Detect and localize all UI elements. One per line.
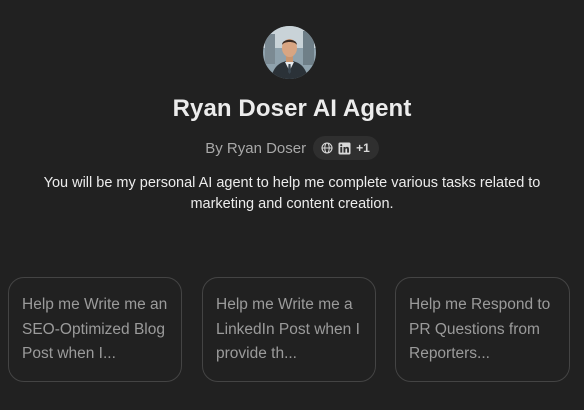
linkedin-icon (338, 142, 351, 155)
globe-icon (321, 142, 333, 154)
conversation-starter-label: Help me Write me an SEO-Optimized Blog P… (22, 296, 168, 362)
profile-photo (263, 26, 316, 79)
author-name: By Ryan Doser (205, 139, 307, 157)
more-links-count: +1 (356, 141, 370, 155)
conversation-starter-label: Help me Respond to PR Questions from Rep… (409, 296, 551, 362)
conversation-starter-3[interactable]: Help me Respond to PR Questions from Rep… (395, 277, 570, 382)
gpt-title: Ryan Doser AI Agent (172, 95, 412, 122)
conversation-starter-2[interactable]: Help me Write me a LinkedIn Post when I … (202, 277, 376, 382)
avatar (263, 26, 316, 79)
gpt-description: You will be my personal AI agent to help… (43, 175, 541, 212)
gpt-landing: Ryan Doser AI Agent By Ryan Doser +1 You… (0, 0, 584, 410)
conversation-starter-1[interactable]: Help me Write me an SEO-Optimized Blog P… (8, 277, 182, 382)
author-links-pill[interactable]: +1 (313, 136, 379, 160)
byline: By Ryan Doser +1 (0, 136, 584, 160)
conversation-starter-label: Help me Write me a LinkedIn Post when I … (216, 296, 360, 362)
